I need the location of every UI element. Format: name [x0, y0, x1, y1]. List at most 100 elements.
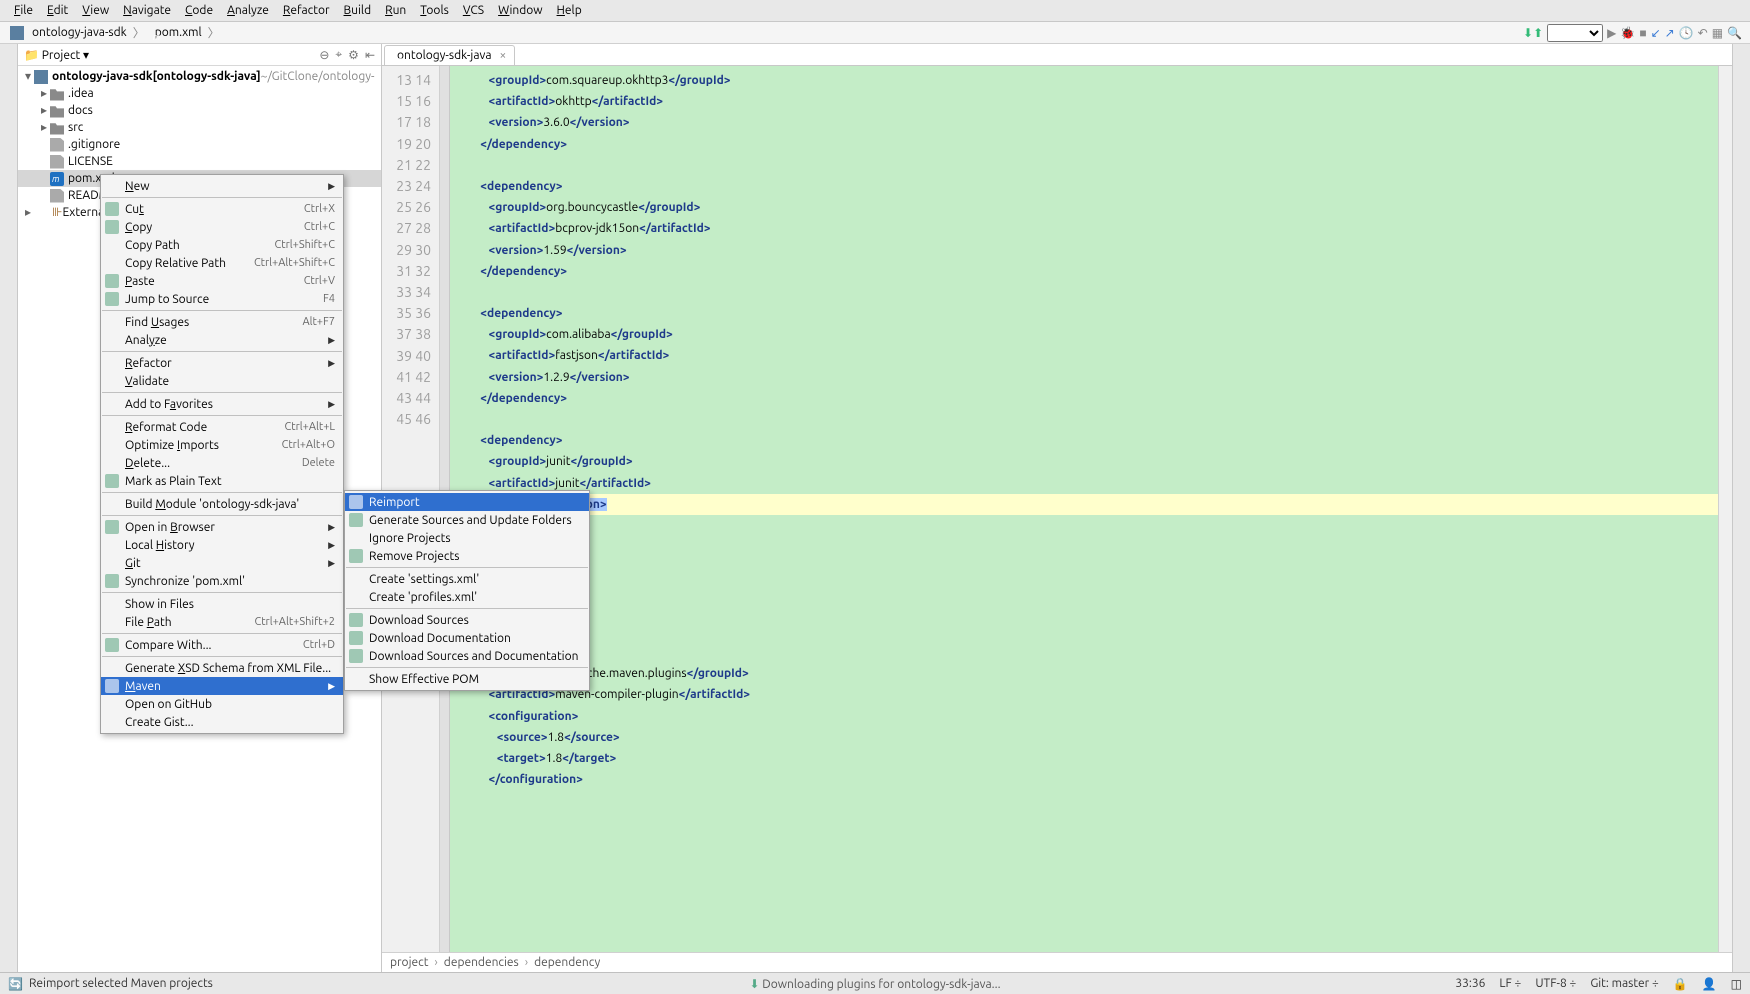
paste-icon: [105, 274, 119, 288]
menu-file[interactable]: File: [8, 2, 39, 19]
menu-edit[interactable]: Edit: [41, 2, 74, 19]
lock-icon[interactable]: 🔒: [1673, 977, 1688, 991]
menu-item-add-to-favorites[interactable]: Add to Favorites▶: [101, 395, 343, 413]
stop-icon[interactable]: ■: [1639, 26, 1646, 40]
menu-window[interactable]: Window: [492, 2, 548, 19]
menu-item-find-usages[interactable]: Find UsagesAlt+F7: [101, 313, 343, 331]
menu-item-build-module-ontology-sdk-java[interactable]: Build Module 'ontology-sdk-java': [101, 495, 343, 513]
menu-item-validate[interactable]: Validate: [101, 372, 343, 390]
tree-item[interactable]: LICENSE: [18, 153, 381, 170]
menu-navigate[interactable]: Navigate: [117, 2, 177, 19]
hide-icon[interactable]: ⇤: [365, 48, 375, 62]
menu-item-synchronize-pom-xml[interactable]: Synchronize 'pom.xml': [101, 572, 343, 590]
menu-item-copy[interactable]: CopyCtrl+C: [101, 218, 343, 236]
memory-icon[interactable]: ◫: [1731, 977, 1742, 991]
menu-item-jump-to-source[interactable]: Jump to SourceF4: [101, 290, 343, 308]
run-config-combo[interactable]: [1547, 24, 1603, 42]
sync-icon: [105, 574, 119, 588]
target-icon[interactable]: ⌖: [335, 48, 342, 62]
breadcrumb-item[interactable]: project: [390, 956, 428, 969]
gear-icon[interactable]: ⚙: [348, 48, 359, 62]
menu-item-reimport[interactable]: Reimport: [345, 493, 589, 511]
menu-item-create-profiles-xml[interactable]: Create 'profiles.xml': [345, 588, 589, 606]
maven-submenu: ReimportGenerate Sources and Update Fold…: [344, 490, 590, 691]
menu-item-cut[interactable]: CutCtrl+X: [101, 200, 343, 218]
vcs-revert-icon[interactable]: ↶: [1698, 26, 1708, 40]
editor-tab[interactable]: ontology-sdk-java ×: [384, 45, 515, 65]
menu-build[interactable]: Build: [338, 2, 378, 19]
menu-item-git[interactable]: Git▶: [101, 554, 343, 572]
menu-item-generate-sources-and-update-folders[interactable]: Generate Sources and Update Folders: [345, 511, 589, 529]
editor-breadcrumbs[interactable]: project›dependencies›dependency: [382, 952, 1732, 972]
left-tool-strip[interactable]: [0, 44, 18, 972]
search-icon[interactable]: 🔍: [1727, 26, 1742, 40]
right-tool-strip[interactable]: [1732, 44, 1750, 972]
minus-icon: [349, 549, 363, 563]
tree-item[interactable]: ▸.idea: [18, 85, 381, 102]
menu-item-show-in-files[interactable]: Show in Files: [101, 595, 343, 613]
menu-item-download-sources[interactable]: Download Sources: [345, 611, 589, 629]
menu-help[interactable]: Help: [551, 2, 588, 19]
menu-view[interactable]: View: [76, 2, 115, 19]
menu-code[interactable]: Code: [179, 2, 219, 19]
menu-item-create-gist[interactable]: Create Gist...: [101, 713, 343, 731]
background-task[interactable]: ⬇ Downloading plugins for ontology-sdk-j…: [749, 977, 1000, 991]
menu-item-new[interactable]: New▶: [101, 177, 343, 195]
tree-item[interactable]: ▸docs: [18, 102, 381, 119]
menu-tools[interactable]: Tools: [414, 2, 455, 19]
menu-item-download-documentation[interactable]: Download Documentation: [345, 629, 589, 647]
menu-item-mark-as-plain-text[interactable]: Mark as Plain Text: [101, 472, 343, 490]
menu-item-analyze[interactable]: Analyze▶: [101, 331, 343, 349]
menu-item-download-sources-and-documentation[interactable]: Download Sources and Documentation: [345, 647, 589, 665]
vcs-history-icon[interactable]: 🕓: [1679, 26, 1694, 40]
menu-item-generate-xsd-schema-from-xml-file[interactable]: Generate XSD Schema from XML File...: [101, 659, 343, 677]
menu-item-ignore-projects[interactable]: Ignore Projects: [345, 529, 589, 547]
project-view-selector[interactable]: 📁 Project ▾: [24, 48, 89, 62]
menu-item-show-effective-pom[interactable]: Show Effective POM: [345, 670, 589, 688]
menu-run[interactable]: Run: [379, 2, 412, 19]
nav-file[interactable]: pom.xml: [147, 26, 206, 39]
nav-root[interactable]: ontology-java-sdk: [6, 26, 131, 40]
menu-item-create-settings-xml[interactable]: Create 'settings.xml': [345, 570, 589, 588]
cut-icon: [105, 202, 119, 216]
caret-position[interactable]: 33:36: [1455, 977, 1485, 990]
menu-item-open-in-browser[interactable]: Open in Browser▶: [101, 518, 343, 536]
menu-item-delete[interactable]: Delete...Delete: [101, 454, 343, 472]
menu-item-copy-path[interactable]: Copy PathCtrl+Shift+C: [101, 236, 343, 254]
menu-item-remove-projects[interactable]: Remove Projects: [345, 547, 589, 565]
collapse-icon[interactable]: ⊖: [319, 48, 329, 62]
file-encoding[interactable]: UTF-8 ÷: [1535, 977, 1576, 990]
menu-analyze[interactable]: Analyze: [221, 2, 275, 19]
menu-item-refactor[interactable]: Refactor▶: [101, 354, 343, 372]
tree-root[interactable]: ▾ontology-java-sdk [ontology-sdk-java] ~…: [18, 68, 381, 85]
vcs-update-icon[interactable]: ↙: [1651, 26, 1661, 40]
menu-refactor[interactable]: Refactor: [277, 2, 336, 19]
git-branch[interactable]: Git: master ÷: [1590, 977, 1658, 990]
menu-item-copy-relative-path[interactable]: Copy Relative PathCtrl+Alt+Shift+C: [101, 254, 343, 272]
menu-item-maven[interactable]: Maven▶: [101, 677, 343, 695]
diff-icon: [105, 638, 119, 652]
menu-item-open-on-github[interactable]: Open on GitHub: [101, 695, 343, 713]
inspector-icon[interactable]: 👤: [1702, 977, 1717, 991]
menu-item-paste[interactable]: PasteCtrl+V: [101, 272, 343, 290]
toolbar-make-icon[interactable]: ⬇⬆: [1523, 26, 1543, 40]
breadcrumb-item[interactable]: dependency: [534, 956, 600, 969]
menu-item-optimize-imports[interactable]: Optimize ImportsCtrl+Alt+O: [101, 436, 343, 454]
file-context-menu: New▶ CutCtrl+XCopyCtrl+CCopy PathCtrl+Shi…: [100, 174, 344, 734]
menu-item-compare-with[interactable]: Compare With...Ctrl+D: [101, 636, 343, 654]
copy-icon: [105, 220, 119, 234]
line-separator[interactable]: LF ÷: [1499, 977, 1521, 990]
close-tab-icon[interactable]: ×: [500, 49, 507, 62]
tree-item[interactable]: .gitignore: [18, 136, 381, 153]
run-icon[interactable]: ▶: [1607, 26, 1616, 40]
tree-item[interactable]: ▸src: [18, 119, 381, 136]
breadcrumb-item[interactable]: dependencies: [444, 956, 519, 969]
reimport-icon: [349, 495, 363, 509]
menu-item-file-path[interactable]: File PathCtrl+Alt+Shift+2: [101, 613, 343, 631]
debug-icon[interactable]: 🐞: [1620, 26, 1635, 40]
structure-icon[interactable]: ▦: [1712, 26, 1723, 40]
menu-item-reformat-code[interactable]: Reformat CodeCtrl+Alt+L: [101, 418, 343, 436]
vcs-commit-icon[interactable]: ↗: [1665, 26, 1675, 40]
menu-item-local-history[interactable]: Local History▶: [101, 536, 343, 554]
menu-vcs[interactable]: VCS: [457, 2, 490, 19]
